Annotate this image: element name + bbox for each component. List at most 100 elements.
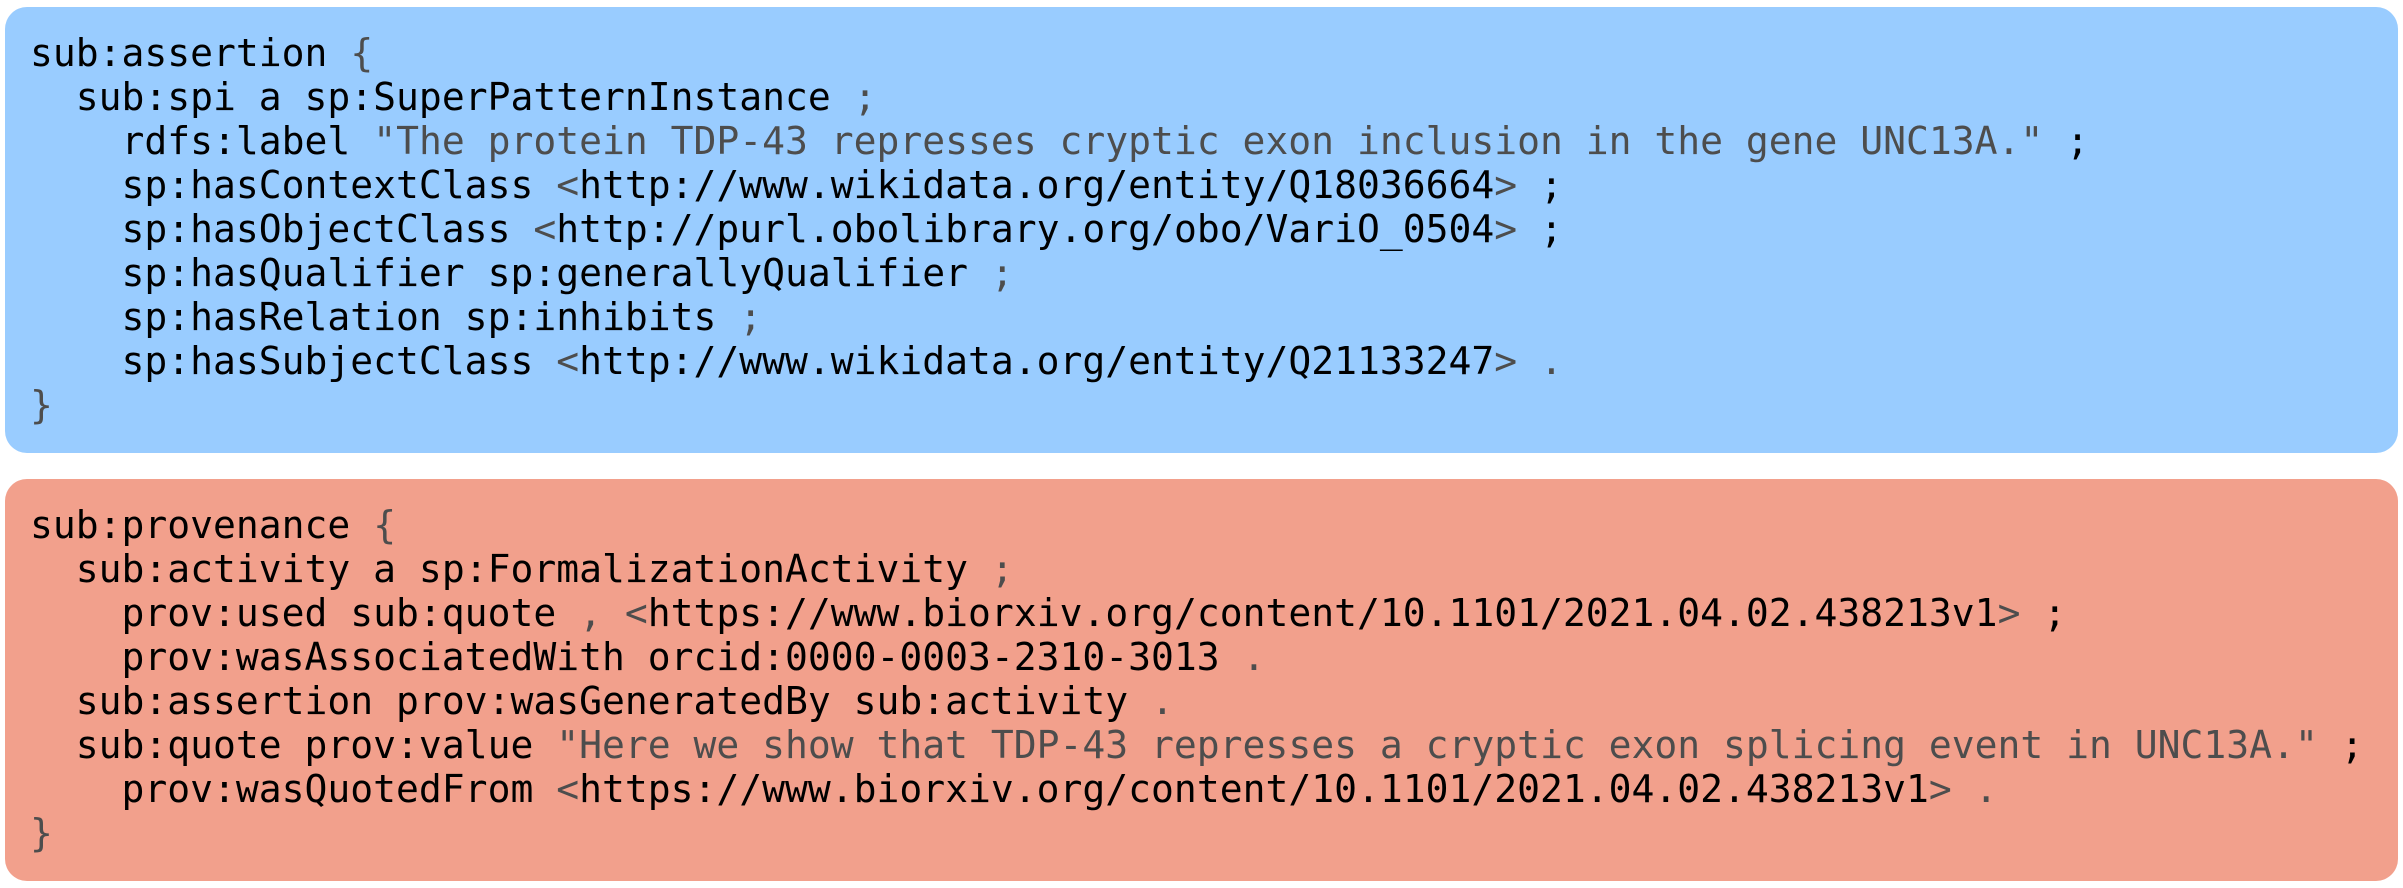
code-line: sp:hasContextClass <http://www.wikidata.… (30, 163, 2089, 207)
code-line: prov:wasQuotedFrom <https://www.biorxiv.… (30, 767, 2364, 811)
code-line: sub:assertion prov:wasGeneratedBy sub:ac… (30, 679, 2364, 723)
syntax-punctuation: < (624, 591, 648, 635)
syntax-punctuation: > (1928, 767, 1952, 811)
syntax-punctuation: { (373, 503, 397, 547)
provenance-graph-block: sub:provenance { sub:activity a sp:Forma… (5, 479, 2398, 881)
assertion-graph-block: sub:assertion { sub:spi a sp:SuperPatter… (5, 7, 2398, 453)
syntax-punctuation: . (1151, 679, 1174, 723)
rdf-term: http://www.wikidata.org/entity/Q21133247 (579, 339, 1495, 383)
rdf-term: sp:hasSubjectClass (121, 339, 534, 383)
syntax-punctuation: < (556, 767, 580, 811)
code-line: sub:provenance { (30, 503, 2364, 547)
syntax-punctuation: , (579, 591, 602, 635)
syntax-punctuation: > (1494, 163, 1518, 207)
rdf-term: sp:hasRelation sp:inhibits (121, 295, 717, 339)
syntax-punctuation: . (1540, 339, 1563, 383)
provenance-code: sub:provenance { sub:activity a sp:Forma… (30, 503, 2364, 855)
syntax-punctuation: . (1242, 635, 1266, 679)
rdf-term: https://www.biorxiv.org/content/10.1101/… (647, 591, 1998, 635)
rdf-term: http://purl.obolibrary.org/obo/VariO_050… (556, 207, 1495, 251)
code-line: } (30, 383, 2089, 427)
code-line: } (30, 811, 2364, 855)
literal-string: "Here we show that TDP-43 represses a cr… (556, 723, 2318, 767)
syntax-punctuation: ; (739, 295, 763, 339)
rdf-term: sub:assertion prov:wasGeneratedBy sub:ac… (75, 679, 1129, 723)
syntax-punctuation: ; (990, 251, 1014, 295)
rdf-term: prov:used sub:quote (121, 591, 557, 635)
syntax-punctuation: ; (990, 547, 1014, 591)
syntax-punctuation: > (1997, 591, 2021, 635)
syntax-punctuation: < (556, 163, 580, 207)
syntax-punctuation: > (1494, 339, 1518, 383)
code-line: rdfs:label "The protein TDP-43 represses… (30, 119, 2090, 163)
syntax-punctuation: < (556, 339, 580, 383)
rdf-term: sp:hasContextClass (121, 163, 534, 207)
rdf-term: rdfs:label (121, 119, 351, 163)
rdf-term: ; (2066, 119, 2090, 163)
rdf-term: sub:activity a sp:FormalizationActivity (75, 547, 969, 591)
syntax-punctuation: ; (853, 75, 877, 119)
rdf-term: ; (1540, 207, 1563, 251)
syntax-punctuation: } (30, 383, 53, 427)
rdf-term: sub:assertion (30, 31, 328, 75)
syntax-punctuation: { (350, 31, 374, 75)
rdf-term: ; (2340, 723, 2364, 767)
rdf-term: ; (1540, 163, 1563, 207)
syntax-punctuation: . (1974, 767, 1998, 811)
rdf-term: prov:wasAssociatedWith orcid:0000-0003-2… (121, 635, 1220, 679)
code-line: sp:hasRelation sp:inhibits ; (30, 295, 2089, 339)
code-line: prov:used sub:quote , <https://www.biorx… (30, 591, 2364, 635)
rdf-term: sp:hasQualifier sp:generallyQualifier (121, 251, 968, 295)
rdf-term: sub:spi a sp:SuperPatternInstance (75, 75, 831, 119)
code-line: sp:hasQualifier sp:generallyQualifier ; (30, 251, 2089, 295)
rdf-term: sub:provenance (30, 503, 351, 547)
code-line: sub:activity a sp:FormalizationActivity … (30, 547, 2364, 591)
syntax-punctuation: < (533, 207, 557, 251)
code-line: sub:assertion { (30, 31, 2089, 75)
rdf-term: sp:hasObjectClass (121, 207, 511, 251)
rdf-term: http://www.wikidata.org/entity/Q18036664 (579, 163, 1495, 207)
literal-string: "The protein TDP-43 represses cryptic ex… (373, 119, 2044, 163)
code-line: prov:wasAssociatedWith orcid:0000-0003-2… (30, 635, 2364, 679)
rdf-term: ; (2043, 591, 2067, 635)
syntax-punctuation: } (30, 811, 53, 855)
rdf-term: sub:quote prov:value (75, 723, 534, 767)
assertion-code: sub:assertion { sub:spi a sp:SuperPatter… (30, 31, 2089, 427)
syntax-punctuation: > (1494, 207, 1518, 251)
code-line: sp:hasObjectClass <http://purl.obolibrar… (30, 207, 2089, 251)
rdf-term: https://www.biorxiv.org/content/10.1101/… (579, 767, 1929, 811)
code-line: sub:spi a sp:SuperPatternInstance ; (30, 75, 2089, 119)
